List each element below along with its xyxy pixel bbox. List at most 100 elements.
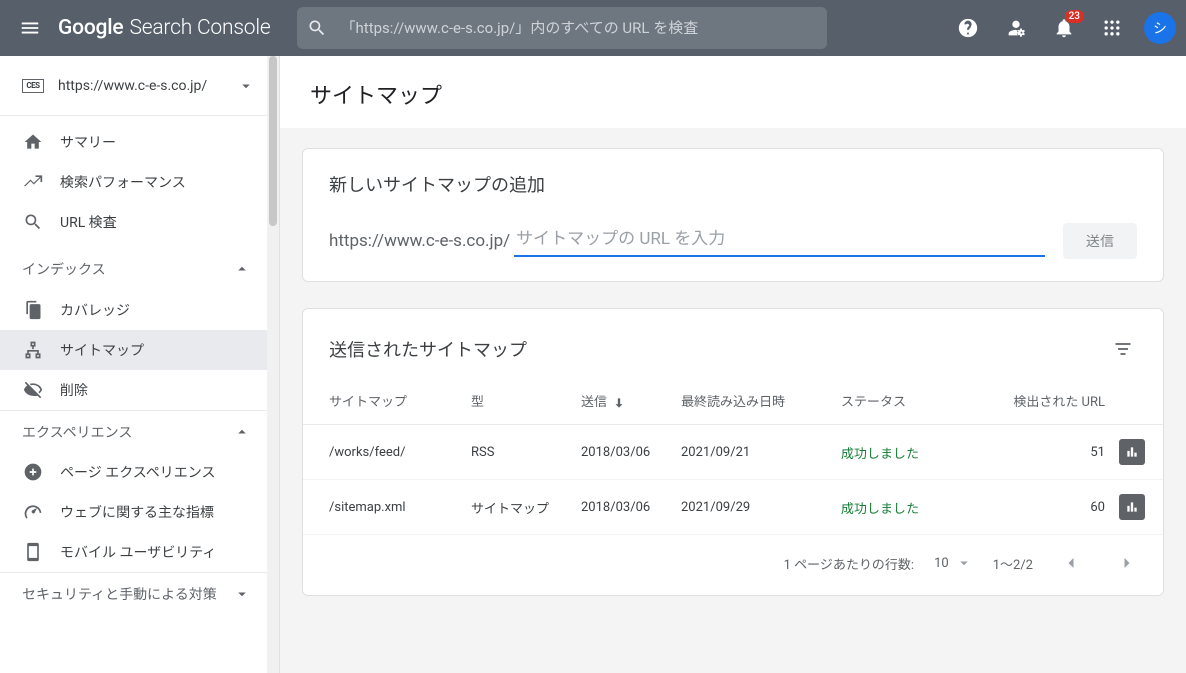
chevron-right-icon [1117,553,1137,573]
col-status[interactable]: ステータス [833,377,973,425]
table-header-row: サイトマップ 型 送信 最終読み込み日時 ステータス 検出された URL [303,377,1163,425]
add-sitemap-card: 新しいサイトマップの追加 https://www.c-e-s.co.jp/ 送信 [302,148,1164,282]
group-label: インデックス [22,259,233,279]
sidebar-item-sitemaps[interactable]: サイトマップ [0,330,267,370]
sidebar: CES https://www.c-e-s.co.jp/ サマリー 検索パフォー… [0,56,280,673]
search-input[interactable] [341,19,817,37]
filter-icon [1113,339,1133,359]
notification-badge: 23 [1065,10,1084,23]
bar-chart-icon [1125,500,1139,514]
page-title: サイトマップ [280,56,1186,128]
caret-down-icon [237,77,255,95]
sitemaps-table: サイトマップ 型 送信 最終読み込み日時 ステータス 検出された URL [303,377,1163,535]
cell-sitemap: /sitemap.xml [303,480,463,535]
filter-button[interactable] [1105,331,1141,367]
sidebar-item-removals[interactable]: 削除 [0,370,267,410]
account-avatar[interactable]: シ [1144,12,1176,44]
rows-per-page-select[interactable]: 10 [934,554,973,572]
help-button[interactable] [944,4,992,52]
rows-per-page-value: 10 [934,556,949,571]
cell-found: 51 [973,425,1111,480]
page-range: 1～2/2 [993,554,1033,573]
chevron-down-icon [233,585,251,603]
cell-found: 60 [973,480,1111,535]
menu-button[interactable] [6,4,54,52]
col-type[interactable]: 型 [463,377,573,425]
sitemap-url-input[interactable] [514,225,1045,257]
cell-sent: 2018/03/06 [573,480,673,535]
table-row[interactable]: /sitemap.xml サイトマップ 2018/03/06 2021/09/2… [303,480,1163,535]
sidebar-scrollbar[interactable] [267,56,279,673]
submitted-heading: 送信されたサイトマップ [329,336,1105,362]
group-label: セキュリティと手動による対策 [22,584,233,604]
next-page-button[interactable] [1109,545,1145,581]
col-sent[interactable]: 送信 [573,377,673,425]
sidebar-item-mobile-usability[interactable]: モバイル ユーザビリティ [0,532,267,572]
sidebar-item-label: カバレッジ [60,300,251,320]
col-last-read[interactable]: 最終読み込み日時 [673,377,833,425]
col-found[interactable]: 検出された URL [973,377,1111,425]
chevron-left-icon [1061,553,1081,573]
trending-icon [22,171,44,193]
url-inspect-search[interactable] [297,7,827,49]
property-favicon: CES [22,79,44,93]
sidebar-group-index[interactable]: インデックス [0,248,267,290]
notifications-button[interactable]: 23 [1040,4,1088,52]
sidebar-item-performance[interactable]: 検索パフォーマンス [0,162,267,202]
apps-grid-icon [1102,18,1122,38]
submitted-sitemaps-card: 送信されたサイトマップ サイトマップ 型 送信 [302,308,1164,596]
submit-button[interactable]: 送信 [1063,223,1137,259]
property-url: https://www.c-e-s.co.jp/ [58,78,237,94]
search-icon [307,18,327,38]
add-sitemap-heading: 新しいサイトマップの追加 [329,171,1137,197]
sidebar-group-experience[interactable]: エクスペリエンス [0,410,267,452]
hamburger-icon [19,17,41,39]
sidebar-item-label: ウェブに関する主な指標 [60,502,251,522]
scrollbar-thumb[interactable] [269,56,277,226]
sidebar-item-summary[interactable]: サマリー [0,122,267,162]
circle-plus-icon [22,461,44,483]
bar-chart-icon [1125,445,1139,459]
sidebar-item-label: 削除 [60,380,251,400]
main-content: サイトマップ 新しいサイトマップの追加 https://www.c-e-s.co… [280,56,1186,673]
apps-button[interactable] [1088,4,1136,52]
row-chart-button[interactable] [1119,494,1145,520]
sidebar-item-label: 検索パフォーマンス [60,172,251,192]
table-pager: 1 ページあたりの行数: 10 1～2/2 [303,535,1163,595]
cell-last-read: 2021/09/21 [673,425,833,480]
sidebar-item-label: サイトマップ [60,340,251,360]
sitemap-icon [22,339,44,361]
user-settings-icon [1005,17,1027,39]
logo-product: Search Console [129,16,270,40]
col-sitemap[interactable]: サイトマップ [303,377,463,425]
row-chart-button[interactable] [1119,439,1145,465]
sidebar-item-page-experience[interactable]: ページ エクスペリエンス [0,452,267,492]
cell-sent: 2018/03/06 [573,425,673,480]
sidebar-item-coverage[interactable]: カバレッジ [0,290,267,330]
sidebar-item-core-vitals[interactable]: ウェブに関する主な指標 [0,492,267,532]
property-selector[interactable]: CES https://www.c-e-s.co.jp/ [0,56,267,116]
arrow-down-icon [612,396,626,410]
avatar-letter: シ [1153,18,1167,38]
visibility-off-icon [22,379,44,401]
sidebar-item-url-inspect[interactable]: URL 検査 [0,202,267,242]
users-button[interactable] [992,4,1040,52]
product-logo: Google Search Console [58,16,271,40]
prev-page-button[interactable] [1053,545,1089,581]
sidebar-item-label: モバイル ユーザビリティ [60,542,251,562]
sidebar-item-label: ページ エクスペリエンス [60,462,251,482]
table-row[interactable]: /works/feed/ RSS 2018/03/06 2021/09/21 成… [303,425,1163,480]
sidebar-item-label: サマリー [60,132,251,152]
url-prefix: https://www.c-e-s.co.jp/ [329,231,510,251]
home-icon [22,131,44,153]
rows-per-page-label: 1 ページあたりの行数: [784,554,914,573]
sidebar-group-security[interactable]: セキュリティと手動による対策 [0,572,267,614]
chevron-up-icon [233,423,251,441]
cell-type: RSS [463,425,573,480]
cell-last-read: 2021/09/29 [673,480,833,535]
sidebar-item-label: URL 検査 [60,212,251,232]
cell-type: サイトマップ [463,480,573,535]
caret-down-icon [955,554,973,572]
pages-icon [22,299,44,321]
logo-google: Google [58,16,123,40]
